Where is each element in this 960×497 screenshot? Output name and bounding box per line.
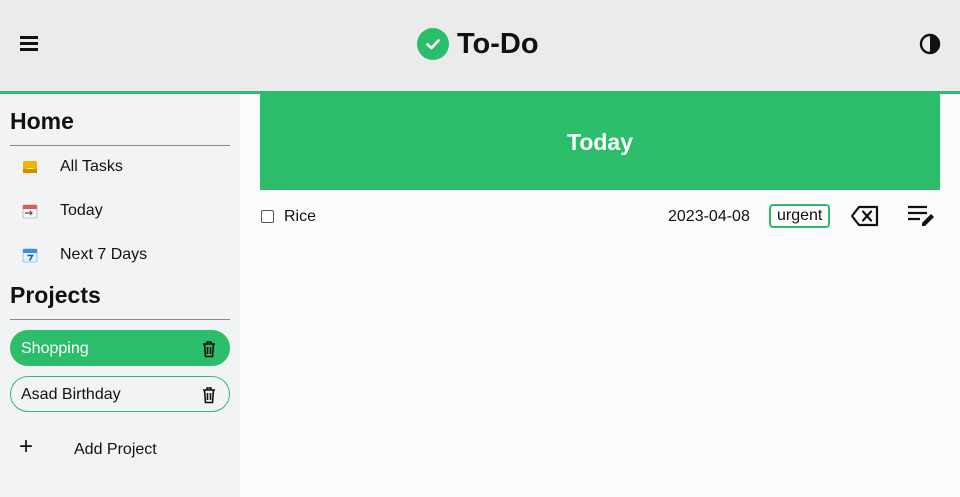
view-title: Today: [566, 128, 634, 155]
trash-icon[interactable]: [201, 386, 217, 404]
contrast-toggle-icon[interactable]: [919, 33, 941, 55]
project-item-asad-birthday[interactable]: Asad Birthday: [10, 376, 230, 412]
plus-icon: +: [19, 433, 34, 460]
divider: [10, 319, 230, 320]
add-project-label: Add Project: [74, 441, 157, 458]
task-row: Rice 2023-04-08 urgent: [260, 200, 950, 232]
backspace-delete-icon[interactable]: [851, 205, 879, 227]
task-tag-badge: urgent: [769, 204, 831, 228]
add-project-button[interactable]: + Add Project: [10, 431, 230, 467]
task-checkbox[interactable]: [261, 210, 274, 223]
sidebar: Home All Tasks Today Next 7 Days Project…: [0, 94, 240, 497]
app-title: To-Do: [457, 27, 539, 60]
projects-heading: Projects: [10, 282, 101, 308]
nav-item-next-7-days[interactable]: Next 7 Days: [10, 237, 230, 273]
project-label: Shopping: [21, 340, 89, 357]
app-header: To-Do: [0, 0, 960, 94]
nav-item-today[interactable]: Today: [10, 193, 230, 229]
project-item-shopping[interactable]: Shopping: [10, 330, 230, 366]
calendar-7-icon: [22, 248, 38, 263]
nav-label: Next 7 Days: [60, 246, 148, 263]
home-heading: Home: [10, 108, 74, 134]
nav-label: All Tasks: [60, 158, 123, 175]
main-content: Today Rice 2023-04-08 urgent: [240, 94, 960, 497]
task-name: Rice: [284, 208, 317, 225]
app-brand: To-Do: [417, 28, 539, 60]
hamburger-menu-icon[interactable]: [19, 34, 39, 54]
view-banner: Today: [260, 94, 940, 190]
nav-label: Today: [60, 202, 103, 219]
nav-item-all-tasks[interactable]: All Tasks: [10, 149, 230, 185]
calendar-today-icon: [22, 204, 38, 219]
task-due-date: 2023-04-08: [668, 208, 750, 225]
divider: [10, 145, 230, 146]
check-circle-icon: [417, 28, 449, 60]
trash-icon[interactable]: [201, 340, 217, 358]
edit-note-icon[interactable]: [907, 204, 937, 230]
inbox-icon: [23, 161, 37, 173]
project-label: Asad Birthday: [21, 386, 121, 403]
